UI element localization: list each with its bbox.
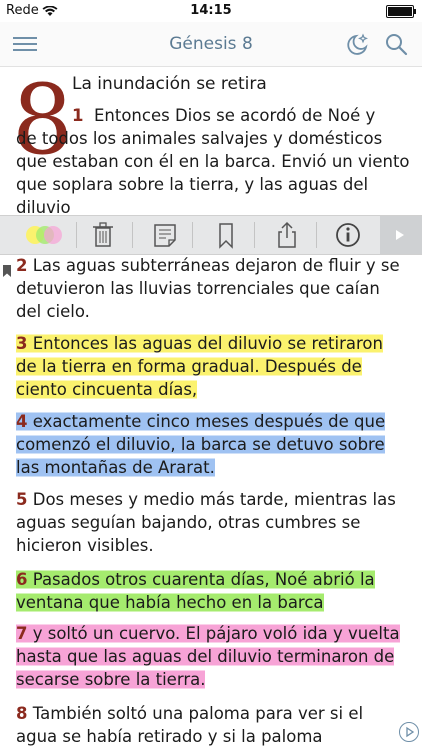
info-icon[interactable] <box>333 220 363 250</box>
toolbar-divider <box>76 222 77 248</box>
color-picker-icon[interactable] <box>26 226 68 246</box>
verse-text: Entonces Dios se acordó de Noé y <box>93 106 376 125</box>
toolbar-divider <box>132 222 133 248</box>
verse-2[interactable]: 2 Las aguas subterráneas dejaron de flui… <box>16 254 408 323</box>
status-bar: Rede 14:15 <box>0 0 422 22</box>
verse-3[interactable]: 3 Entonces las aguas del diluvio se reti… <box>16 332 408 401</box>
verse-1[interactable]: 1 Entonces Dios se acordó de Noé y de to… <box>16 104 412 219</box>
verse-number: 5 <box>16 490 28 509</box>
verse-number: 6 <box>16 570 28 589</box>
note-icon[interactable] <box>150 220 180 250</box>
verse-text: Entonces las aguas del diluvio se retira… <box>16 334 383 399</box>
verse-number: 1 <box>72 106 84 125</box>
toolbar-divider <box>254 222 255 248</box>
verse-number: 7 <box>16 624 28 643</box>
bookmark-marker-icon <box>2 262 12 281</box>
search-icon[interactable] <box>384 32 408 60</box>
highlight-blue: 4 exactamente cinco meses después de que… <box>16 410 386 479</box>
verse-text: Pasados otros cuarenta días, Noé abrió l… <box>16 570 375 612</box>
verse-text: Las aguas subterráneas dejaron de fluir … <box>16 256 400 321</box>
verse-number: 2 <box>16 256 28 275</box>
status-time: 14:15 <box>190 3 232 18</box>
verse-number: 4 <box>16 412 28 431</box>
battery-icon <box>386 5 416 18</box>
verse-text: También soltó una paloma para ver si el … <box>16 704 364 746</box>
toolbar-divider <box>192 222 193 248</box>
trash-icon[interactable] <box>88 220 118 250</box>
verse-4[interactable]: 4 exactamente cinco meses después de que… <box>16 410 408 479</box>
night-mode-icon[interactable] <box>344 32 370 62</box>
section-heading: La inundación se retira <box>72 74 267 94</box>
verse-text: y soltó un cuervo. El pájaro voló ida y … <box>16 624 400 689</box>
share-icon[interactable] <box>272 220 302 250</box>
more-arrow-icon[interactable] <box>380 216 422 254</box>
verse-5[interactable]: 5 Dos meses y medio más tarde, mientras … <box>16 488 408 557</box>
verse-number: 8 <box>16 704 28 723</box>
play-audio-icon[interactable] <box>399 722 419 742</box>
verse-8[interactable]: 8 También soltó una paloma para ver si e… <box>16 702 408 748</box>
verse-6[interactable]: 6 Pasados otros cuarenta días, Noé abrió… <box>16 568 408 614</box>
verse-number: 3 <box>16 334 28 353</box>
bookmark-icon[interactable] <box>211 220 241 250</box>
highlight-green: 6 Pasados otros cuarenta días, Noé abrió… <box>16 568 375 614</box>
verse-text: exactamente cinco meses después de que c… <box>16 412 386 477</box>
verse-action-toolbar <box>0 215 422 255</box>
verse-text: Dos meses y medio más tarde, mientras la… <box>16 490 396 555</box>
highlight-pink: 7 y soltó un cuervo. El pájaro voló ida … <box>16 622 400 691</box>
verse-7[interactable]: 7 y soltó un cuervo. El pájaro voló ida … <box>16 622 408 691</box>
verse-text-continued: de todos los animales salvajes y domésti… <box>16 129 410 217</box>
toolbar-divider <box>316 222 317 248</box>
nav-bar: Génesis 8 <box>0 22 422 67</box>
highlight-yellow: 3 Entonces las aguas del diluvio se reti… <box>16 332 383 401</box>
